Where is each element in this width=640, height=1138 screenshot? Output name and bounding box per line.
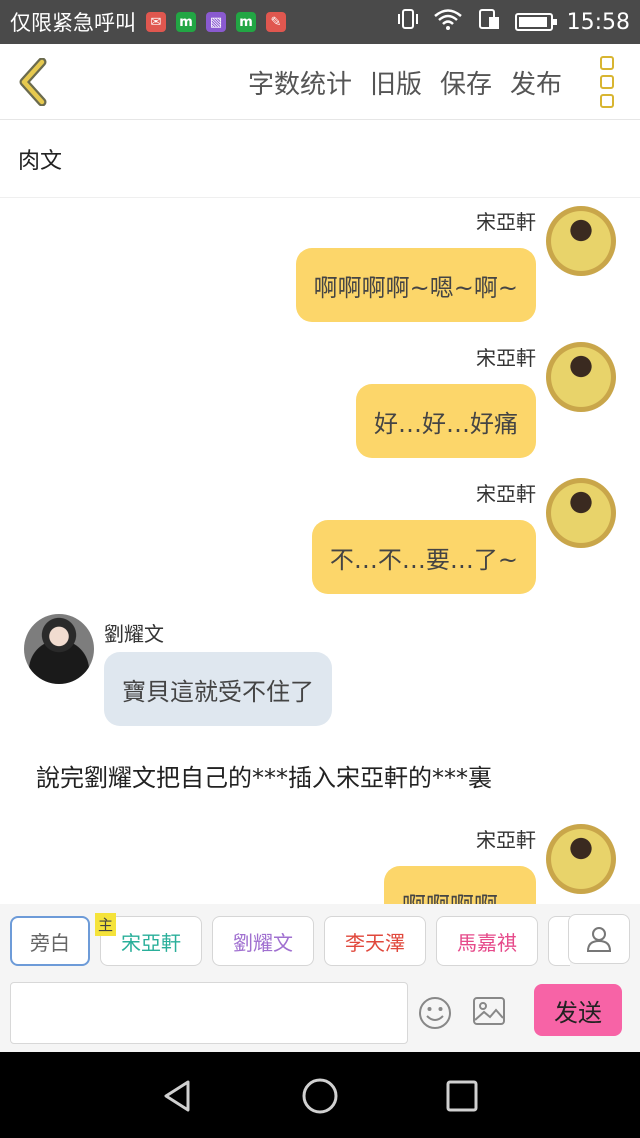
battery-icon [514,13,557,31]
carrier-text: 仅限紧急呼叫 [10,11,136,35]
system-nav-bar [0,1052,640,1138]
manage-characters-button[interactable] [568,914,630,964]
message-bubble[interactable]: 寶貝這就受不住了 [104,652,332,726]
m-app-icon: m [176,12,196,32]
nav-recents-button[interactable] [442,1076,482,1116]
chat-message[interactable]: 宋亞軒 好…好…好痛 [216,342,616,462]
back-button[interactable] [16,57,50,107]
chat-message[interactable]: 劉耀文 寶貝這就受不住了 [24,614,424,734]
avatar[interactable] [546,206,616,276]
nav-back-button[interactable] [158,1076,198,1116]
top-actions: 字数统计 旧版 保存 发布 [248,44,562,120]
publish-button[interactable]: 发布 [510,64,562,101]
character-name: 宋亞軒 [121,930,181,955]
character-button[interactable]: 劉耀文 [212,916,314,966]
avatar[interactable] [24,614,94,684]
more-menu-button[interactable] [600,56,620,108]
character-button[interactable]: 馬嘉祺 [436,916,538,966]
chat-message[interactable]: 宋亞軒 啊啊啊啊~ [216,824,616,904]
status-bar: 仅限紧急呼叫 ✉ m ▧ m ✎ 15:58 [0,0,640,44]
chat-message[interactable]: 宋亞軒 啊啊啊啊~嗯~啊~ [216,206,616,326]
narrator-button[interactable]: 旁白 [10,916,90,966]
image-button[interactable] [472,996,506,1026]
character-button[interactable]: 主 宋亞軒 [95,913,202,966]
sender-name: 宋亞軒 [476,346,536,370]
character-selector: 旁白 主 宋亞軒 劉耀文 李天澤 馬嘉祺 [0,904,640,978]
narration-text[interactable]: 說完劉耀文把自己的***插入宋亞軒的***裏 [36,758,616,793]
circle-home-icon [302,1078,338,1114]
sender-name: 宋亞軒 [476,828,536,852]
top-bar: 字数统计 旧版 保存 发布 [0,44,640,120]
sender-name: 宋亞軒 [476,210,536,234]
menu-dot-icon [600,56,614,70]
status-right: 15:58 [397,7,630,37]
status-left: 仅限紧急呼叫 ✉ m ▧ m ✎ [10,7,286,37]
vibrate-icon [397,7,419,37]
sender-name: 劉耀文 [104,622,164,646]
message-input[interactable] [10,982,408,1044]
avatar[interactable] [546,478,616,548]
square-recents-icon [446,1080,478,1112]
sender-name: 宋亞軒 [476,482,536,506]
wifi-icon [433,7,463,37]
m-app-icon-2: m [236,12,256,32]
chat-area[interactable]: 宋亞軒 啊啊啊啊~嗯~啊~ 宋亞軒 好…好…好痛 宋亞軒 不…不…要…了~ 劉耀… [0,198,640,904]
chevron-left-icon [19,57,47,107]
old-version-button[interactable]: 旧版 [370,64,422,101]
menu-dot-icon [600,75,614,89]
message-bubble[interactable]: 啊啊啊啊~ [383,866,536,904]
composer-row: 发送 [0,978,640,1052]
character-button-partial[interactable] [548,916,570,966]
triangle-back-icon [164,1080,190,1112]
nav-home-button[interactable] [300,1076,340,1116]
word-count-button[interactable]: 字数统计 [248,64,352,101]
main-character-tag: 主 [95,913,117,936]
emoji-button[interactable] [418,996,452,1030]
avatar[interactable] [546,342,616,412]
message-bubble[interactable]: 不…不…要…了~ [311,520,536,594]
smiley-icon [419,997,451,1029]
app-notification-icon: ✎ [266,12,286,32]
send-button[interactable]: 发送 [534,984,622,1036]
avatar[interactable] [546,824,616,894]
image-icon [473,997,505,1025]
status-time: 15:58 [566,9,630,35]
person-icon [586,927,612,952]
chat-message[interactable]: 宋亞軒 不…不…要…了~ [216,478,616,598]
sim-icon [477,7,501,37]
message-bubble[interactable]: 好…好…好痛 [356,384,536,458]
gallery-notification-icon: ▧ [206,12,226,32]
character-button[interactable]: 李天澤 [324,916,426,966]
message-bubble[interactable]: 啊啊啊啊~嗯~啊~ [295,248,536,322]
mail-notification-icon: ✉ [146,12,166,32]
story-title: 肉文 [18,148,63,174]
menu-dot-icon [600,94,614,108]
story-title-row[interactable]: 肉文 [0,120,640,198]
save-button[interactable]: 保存 [440,64,492,101]
